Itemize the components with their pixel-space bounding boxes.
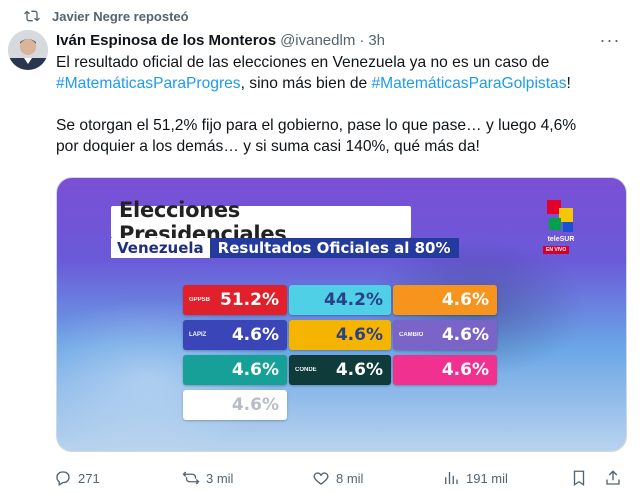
result-card: GPPSB 51.2% [183,285,287,315]
hashtag-link[interactable]: #MatemáticasParaGolpistas [372,75,567,92]
card-value: 4.6% [441,325,489,345]
card-value: 4.6% [231,395,279,415]
tweet-media-image[interactable]: Elecciones Presidenciales Venezuela Resu… [56,177,627,452]
separator-dot: · [359,31,365,49]
tweet-text-span: ! [566,75,571,92]
result-card: CONDE 4.6% [289,355,391,385]
hashtag-link[interactable]: #MatemáticasParaProgres [56,75,241,92]
views-button[interactable]: 191 mil [442,466,508,490]
result-card: 4.6% [183,390,287,420]
broadcaster-label: teleSUR [547,236,575,243]
result-card: LÁPIZ 4.6% [183,320,287,350]
author-name[interactable]: Iván Espinosa de los Monteros [56,32,276,49]
tweet-text-span: , sino más bien de [240,75,372,92]
telesur-logo: teleSUR EN VIVO [539,196,583,256]
live-badge: EN VIVO [543,246,570,254]
card-value: 4.6% [231,325,279,345]
reply-button[interactable]: 271 [54,466,100,490]
repost-button[interactable]: 3 mil [182,466,233,490]
card-party-tag: LÁPIZ [189,331,207,338]
reply-count: 271 [78,470,100,486]
card-value: 44.2% [324,290,383,310]
repost-icon [24,10,40,22]
media-country: Venezuela [111,238,210,258]
repost-label: Javier Negre reposteó [52,8,189,24]
share-button[interactable] [604,466,622,490]
media-title-box: Elecciones Presidenciales [111,198,411,246]
tweet-action-bar: 271 3 mil 8 mil 191 mil [48,466,628,490]
tweet-text: El resultado oficial de las elecciones e… [56,52,631,157]
repost-count: 3 mil [206,470,234,486]
card-value: 4.6% [231,360,279,380]
tweet-line: El resultado oficial de las elecciones e… [56,54,550,71]
card-value: 4.6% [441,360,489,380]
card-value: 51.2% [220,290,279,310]
card-value: 4.6% [441,290,489,310]
card-value: 4.6% [335,360,383,380]
card-value: 4.6% [335,325,383,345]
views-count: 191 mil [466,470,508,486]
bookmark-button[interactable] [570,466,588,490]
result-card: 4.6% [183,355,287,385]
result-card: 4.6% [393,285,497,315]
card-party-tag: CONDE [295,366,317,373]
tweet-line: por doquier a los demás… y si suma casi … [56,138,480,155]
repost-icon [182,471,200,485]
like-button[interactable]: 8 mil [312,466,363,490]
repost-header[interactable]: Javier Negre reposteó [24,6,189,26]
tweet-time[interactable]: 3h [368,32,385,49]
views-icon [445,472,458,484]
card-party-tag: CAMBIO [399,331,424,338]
card-party-tag: GPPSB [189,296,211,303]
result-card: 4.6% [289,320,391,350]
result-card: CAMBIO 4.6% [393,320,497,350]
media-subtitle: Venezuela Resultados Oficiales al 80% [111,238,459,258]
bookmark-icon [573,470,585,487]
tweet-header: Iván Espinosa de los Monteros @ivanedlm … [56,30,627,50]
heart-icon [313,472,329,485]
media-results-label: Resultados Oficiales al 80% [209,238,459,258]
share-icon [606,470,620,485]
avatar[interactable] [8,30,48,70]
result-card: 44.2% [289,285,391,315]
like-count: 8 mil [336,470,364,486]
result-card: 4.6% [393,355,497,385]
tweet-line: Se otorgan el 51,2% fijo para el gobiern… [56,117,577,134]
more-icon[interactable]: ··· [599,30,621,50]
reply-icon [56,471,70,486]
author-handle[interactable]: @ivanedlm [280,32,355,49]
